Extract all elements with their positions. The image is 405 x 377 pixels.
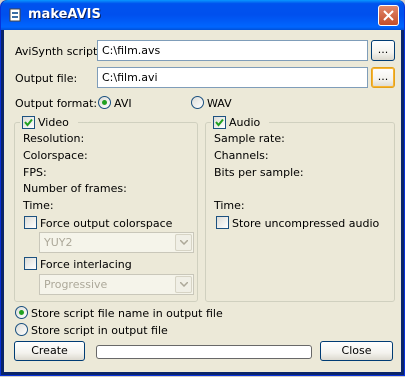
dialog-body: AviSynth script: C:\film.avs ... Output … <box>4 30 401 372</box>
store-uncompressed-label[interactable]: Store uncompressed audio <box>232 217 379 230</box>
output-file-input[interactable]: C:\film.avi <box>97 67 368 88</box>
colorspace-select-value: YUY2 <box>44 236 73 249</box>
colorspace-select[interactable]: YUY2 <box>39 232 194 253</box>
chevron-down-icon[interactable] <box>175 234 192 251</box>
create-button[interactable]: Create <box>14 341 85 361</box>
video-checkbox-label[interactable]: Video <box>38 116 69 129</box>
checkmark-icon <box>215 118 224 127</box>
format-avi-radio[interactable] <box>98 96 111 109</box>
audio-time-label: Time: <box>214 199 245 212</box>
store-script-radio[interactable] <box>15 323 28 336</box>
force-interlacing-label[interactable]: Force interlacing <box>40 258 132 271</box>
radio-dot <box>102 100 107 105</box>
store-filename-label[interactable]: Store script file name in output file <box>31 307 223 320</box>
format-avi-label[interactable]: AVI <box>114 97 132 110</box>
channels-label: Channels: <box>214 149 269 162</box>
close-window-button[interactable] <box>378 5 399 26</box>
avisynth-script-input[interactable]: C:\film.avs <box>97 40 368 61</box>
dialog-window: makeAVIS AviSynth script: C:\film.avs ..… <box>0 0 405 376</box>
interlacing-select-value: Progressive <box>44 278 108 291</box>
force-colorspace-label[interactable]: Force output colorspace <box>40 217 172 230</box>
audio-checkbox-label[interactable]: Audio <box>229 116 260 129</box>
force-interlacing-checkbox[interactable] <box>24 257 37 270</box>
interlacing-select[interactable]: Progressive <box>39 274 194 295</box>
window-title: makeAVIS <box>28 7 101 22</box>
video-group-header: Video <box>20 115 78 129</box>
audio-checkbox[interactable] <box>213 116 226 129</box>
format-wav-radio[interactable] <box>191 96 204 109</box>
bits-per-sample-label: Bits per sample: <box>214 166 304 179</box>
app-icon <box>9 8 21 22</box>
radio-dot <box>19 310 24 315</box>
chevron-down-icon[interactable] <box>175 276 192 293</box>
close-button[interactable]: Close <box>320 341 393 361</box>
resolution-label: Resolution: <box>23 132 85 145</box>
checkmark-icon <box>24 118 33 127</box>
sample-rate-label: Sample rate: <box>214 132 285 145</box>
output-file-label: Output file: <box>15 72 78 85</box>
audio-group-header: Audio <box>211 115 269 129</box>
force-colorspace-checkbox[interactable] <box>24 216 37 229</box>
browse-avisynth-button[interactable]: ... <box>371 40 395 61</box>
colorspace-label: Colorspace: <box>23 149 88 162</box>
store-uncompressed-checkbox[interactable] <box>216 216 229 229</box>
browse-output-button[interactable]: ... <box>371 67 395 88</box>
store-filename-radio[interactable] <box>15 306 28 319</box>
fps-label: FPS: <box>23 166 47 179</box>
output-format-label: Output format: <box>15 97 98 110</box>
frames-label: Number of frames: <box>23 182 127 195</box>
video-time-label: Time: <box>23 199 54 212</box>
progress-bar <box>96 345 312 359</box>
video-checkbox[interactable] <box>22 116 35 129</box>
title-bar[interactable]: makeAVIS <box>1 0 404 30</box>
avisynth-script-label: AviSynth script: <box>15 45 102 58</box>
store-script-label[interactable]: Store script in output file <box>31 324 168 337</box>
format-wav-label[interactable]: WAV <box>207 97 232 110</box>
close-icon <box>383 10 394 21</box>
